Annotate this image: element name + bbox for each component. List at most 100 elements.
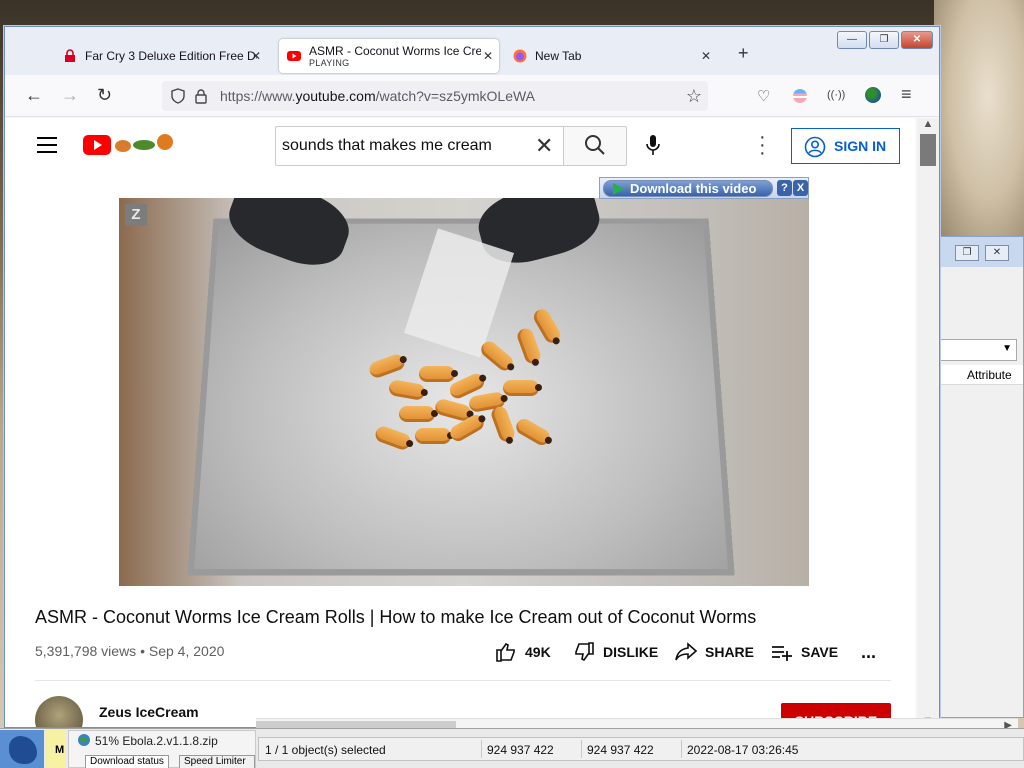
tab-title: Far Cry 3 Deluxe Edition Free Do [85,49,257,63]
tab-new-tab[interactable]: New Tab ✕ [505,39,717,73]
sign-in-label: SIGN IN [834,138,887,154]
share-label: SHARE [705,644,755,660]
speed-limiter-tab[interactable]: Speed Limiter [179,755,255,768]
video-player[interactable]: Z [119,198,809,586]
sign-in-button[interactable]: SIGN IN [791,128,900,164]
address-bar[interactable]: https://www. youtube.com/watch?v=sz5ymkOL… [162,81,708,111]
divider [35,680,891,681]
tab-asmr[interactable]: ASMR - Coconut Worms Ice Cre PLAYING ✕ [279,39,499,73]
menu-icon[interactable]: ≡ [901,84,912,105]
background-window-titlebar[interactable]: ❐ ✕ [939,237,1023,267]
thumbs-down-icon [575,642,594,662]
selection-status: 1 / 1 object(s) selected [265,743,386,757]
tab-playing-label: PLAYING [309,58,350,68]
close-button[interactable]: ✕ [985,245,1009,261]
scrollbar-thumb[interactable] [920,134,936,166]
desktop-wallpaper-detail [934,0,1024,240]
menu-icon[interactable] [37,137,57,158]
share-button[interactable]: SHARE [675,642,754,662]
video-frame-worm [415,428,454,444]
window-controls: — ❐ ✕ [837,31,933,49]
dislike-button[interactable]: DISLIKE [573,642,658,662]
youtube-doodle-logo[interactable] [115,132,173,152]
channel-avatar[interactable] [35,696,83,727]
packed-size-value: 924 937 422 [587,743,654,757]
download-video-toolbar: Download this video ? X [599,177,809,199]
lock-icon[interactable] [194,88,208,104]
clear-search-icon[interactable]: ✕ [535,133,553,159]
search-icon [585,135,605,155]
status-bar: 1 / 1 object(s) selected 924 937 422 924… [258,737,1024,761]
minimize-button[interactable]: — [837,31,867,49]
video-title: ASMR - Coconut Worms Ice Cream Rolls | H… [35,607,757,627]
taskbar-m-button[interactable]: M [46,730,66,768]
meta-separator: • [140,643,145,659]
thumbs-up-icon [496,642,515,662]
channel-watermark: Z [125,204,147,226]
globe-icon [78,734,90,746]
video-meta: 5,391,798 views • Sep 4, 2020 [35,643,224,659]
video-frame-worm [399,406,438,422]
close-tab-icon[interactable]: ✕ [483,49,493,63]
share-icon [675,642,697,661]
url-host: youtube.com [295,88,376,104]
forward-icon[interactable]: → [61,85,79,106]
close-button[interactable]: ✕ [901,31,933,49]
youtube-logo[interactable] [83,135,111,155]
voice-search-button[interactable] [645,134,661,161]
more-actions-button[interactable]: ... [861,642,876,663]
pocket-icon[interactable]: ♡ [757,87,770,105]
scroll-up-icon[interactable]: ▲ [917,118,939,130]
url-prefix: https://www. [220,88,296,104]
bookmark-star-icon[interactable]: ☆ [686,86,702,107]
channel-name[interactable]: Zeus IceCream [99,704,199,720]
attribute-column-header[interactable]: Attribute [939,365,1023,385]
youtube-icon [287,51,301,61]
size-value: 924 937 422 [487,743,554,757]
new-tab-button[interactable]: + [738,43,749,64]
shield-icon[interactable] [170,88,186,104]
firefox-icon [513,49,527,63]
youtube-page: sounds that makes me cream ✕ · · · SIGN IN [5,118,915,727]
download-filename: 51% Ebola.2.v1.1.8.zip [95,734,218,748]
save-button[interactable]: SAVE [771,642,838,662]
taskbar-app-button[interactable] [0,730,44,768]
filter-dropdown[interactable]: ▼ [939,339,1017,361]
download-status-tab[interactable]: Download status [85,755,169,768]
firefox-window: Far Cry 3 Deluxe Edition Free Do ✕ ASMR … [4,26,940,728]
restore-button[interactable]: ❐ [955,245,979,261]
download-close-button[interactable]: X [793,180,808,196]
lock-red-icon [65,49,75,62]
page-scrollbar[interactable]: ▲ ▼ [917,118,939,727]
reload-icon[interactable]: ↻ [97,85,112,106]
search-button[interactable] [563,126,627,166]
close-tab-icon[interactable]: ✕ [701,49,711,63]
background-explorer-window[interactable]: ❐ ✕ ▼ Attribute [938,236,1024,718]
search-input[interactable]: sounds that makes me cream [275,126,563,166]
video-frame-worm [503,380,542,396]
like-count: 49K [525,644,551,660]
app-bird-icon [9,736,37,764]
tab-far-cry[interactable]: Far Cry 3 Deluxe Edition Free Do ✕ [55,39,267,73]
settings-kebab-icon[interactable]: · · · [759,127,766,163]
chevron-down-icon: ▼ [1002,343,1012,354]
microphone-icon [646,135,660,155]
download-help-button[interactable]: ? [777,180,792,196]
download-manager-item[interactable]: 51% Ebola.2.v1.1.8.zip Download status S… [68,730,256,768]
download-video-button[interactable]: Download this video [603,180,773,197]
restore-button[interactable]: ❐ [869,31,899,49]
dislike-label: DISLIKE [603,644,659,660]
upload-date: Sep 4, 2020 [148,643,225,659]
modified-timestamp: 2022-08-17 03:26:45 [687,743,799,757]
close-tab-icon[interactable]: ✕ [251,49,261,63]
url-path: /watch?v=sz5ymkOLeWA [375,88,536,104]
account-icon [804,136,826,158]
navigation-toolbar: ← → ↻ https://www. youtube.com/watch?v=sz… [5,75,939,117]
back-icon[interactable]: ← [25,85,43,106]
audio-extension-icon[interactable]: ((·)) [827,89,845,101]
extension-flag-icon[interactable] [793,89,807,103]
like-button[interactable]: 49K [495,642,551,662]
tab-title: ASMR - Coconut Worms Ice Cre [309,44,481,58]
globe-extension-icon[interactable] [865,87,881,103]
tab-title: New Tab [535,49,582,63]
